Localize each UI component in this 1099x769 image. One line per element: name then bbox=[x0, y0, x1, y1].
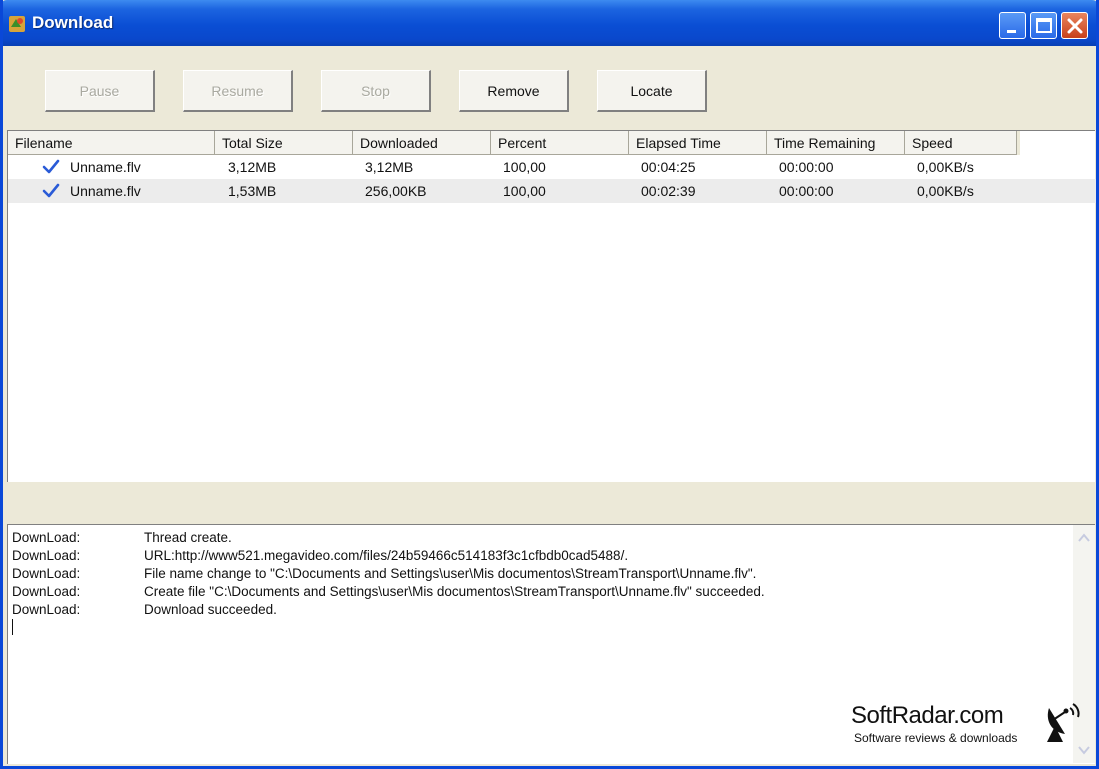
cell-downloaded: 256,00KB bbox=[365, 183, 427, 199]
pause-button[interactable]: Pause bbox=[45, 70, 155, 112]
cell-time-remaining: 00:00:00 bbox=[779, 183, 834, 199]
watermark-tagline: Software reviews & downloads bbox=[854, 731, 1018, 745]
cell-speed: 0,00KB/s bbox=[917, 183, 974, 199]
log-message: URL:http://www521.megavideo.com/files/24… bbox=[144, 548, 629, 563]
cell-filename: Unname.flv bbox=[70, 183, 141, 199]
close-button[interactable] bbox=[1061, 12, 1088, 39]
scroll-up-icon[interactable] bbox=[1075, 529, 1093, 547]
locate-button[interactable]: Locate bbox=[597, 70, 707, 112]
cell-downloaded: 3,12MB bbox=[365, 159, 414, 175]
log-source: DownLoad: bbox=[12, 548, 81, 563]
minimize-icon bbox=[1007, 30, 1016, 33]
column-header-time-remaining[interactable]: Time Remaining bbox=[767, 131, 905, 155]
log-message: File name change to "C:\Documents and Se… bbox=[144, 566, 757, 581]
cell-speed: 0,00KB/s bbox=[917, 159, 974, 175]
app-icon bbox=[9, 16, 25, 32]
maximize-icon bbox=[1036, 18, 1052, 33]
log-message: Download succeeded. bbox=[144, 602, 277, 617]
minimize-button[interactable] bbox=[999, 12, 1026, 39]
cell-elapsed-time: 00:04:25 bbox=[641, 159, 696, 175]
log-source: DownLoad: bbox=[12, 584, 81, 599]
cell-total-size: 1,53MB bbox=[228, 183, 277, 199]
check-icon bbox=[42, 159, 60, 174]
column-header-filename[interactable]: Filename bbox=[8, 131, 215, 155]
log-source: DownLoad: bbox=[12, 530, 81, 545]
list-header: Filename Total Size Downloaded Percent E… bbox=[8, 131, 1020, 155]
toolbar: Pause Resume Stop Remove Locate bbox=[3, 46, 1096, 130]
splitter[interactable] bbox=[7, 482, 1095, 524]
watermark-name: SoftRadar.com bbox=[851, 702, 1004, 729]
maximize-button[interactable] bbox=[1030, 12, 1057, 39]
remove-button[interactable]: Remove bbox=[459, 70, 569, 112]
stop-button[interactable]: Stop bbox=[321, 70, 431, 112]
cell-filename: Unname.flv bbox=[70, 159, 141, 175]
cell-percent: 100,00 bbox=[503, 159, 546, 175]
softradar-watermark: SoftRadar.com Software reviews & downloa… bbox=[851, 702, 1091, 752]
cell-total-size: 3,12MB bbox=[228, 159, 277, 175]
resume-button[interactable]: Resume bbox=[183, 70, 293, 112]
close-icon bbox=[1067, 18, 1083, 34]
log-source: DownLoad: bbox=[12, 602, 81, 617]
cell-time-remaining: 00:00:00 bbox=[779, 159, 834, 175]
column-header-elapsed-time[interactable]: Elapsed Time bbox=[629, 131, 767, 155]
table-row[interactable]: Unname.flv 1,53MB 256,00KB 100,00 00:02:… bbox=[8, 179, 1096, 203]
text-caret bbox=[12, 619, 13, 635]
download-list[interactable]: Filename Total Size Downloaded Percent E… bbox=[7, 130, 1096, 482]
column-header-speed[interactable]: Speed bbox=[905, 131, 1017, 155]
column-header-percent[interactable]: Percent bbox=[491, 131, 629, 155]
window-title: Download bbox=[32, 13, 114, 32]
log-message: Thread create. bbox=[144, 530, 232, 545]
check-icon bbox=[42, 183, 60, 198]
table-row[interactable]: Unname.flv 3,12MB 3,12MB 100,00 00:04:25… bbox=[8, 155, 1096, 179]
cell-percent: 100,00 bbox=[503, 183, 546, 199]
download-window: Download Pause Resume Stop Remove Locate… bbox=[0, 0, 1099, 769]
log-source: DownLoad: bbox=[12, 566, 81, 581]
column-header-total-size[interactable]: Total Size bbox=[215, 131, 353, 155]
column-header-downloaded[interactable]: Downloaded bbox=[353, 131, 491, 155]
satellite-dish-icon bbox=[1047, 703, 1080, 742]
title-bar[interactable]: Download bbox=[3, 0, 1096, 46]
cell-elapsed-time: 00:02:39 bbox=[641, 183, 696, 199]
log-message: Create file "C:\Documents and Settings\u… bbox=[144, 584, 765, 599]
